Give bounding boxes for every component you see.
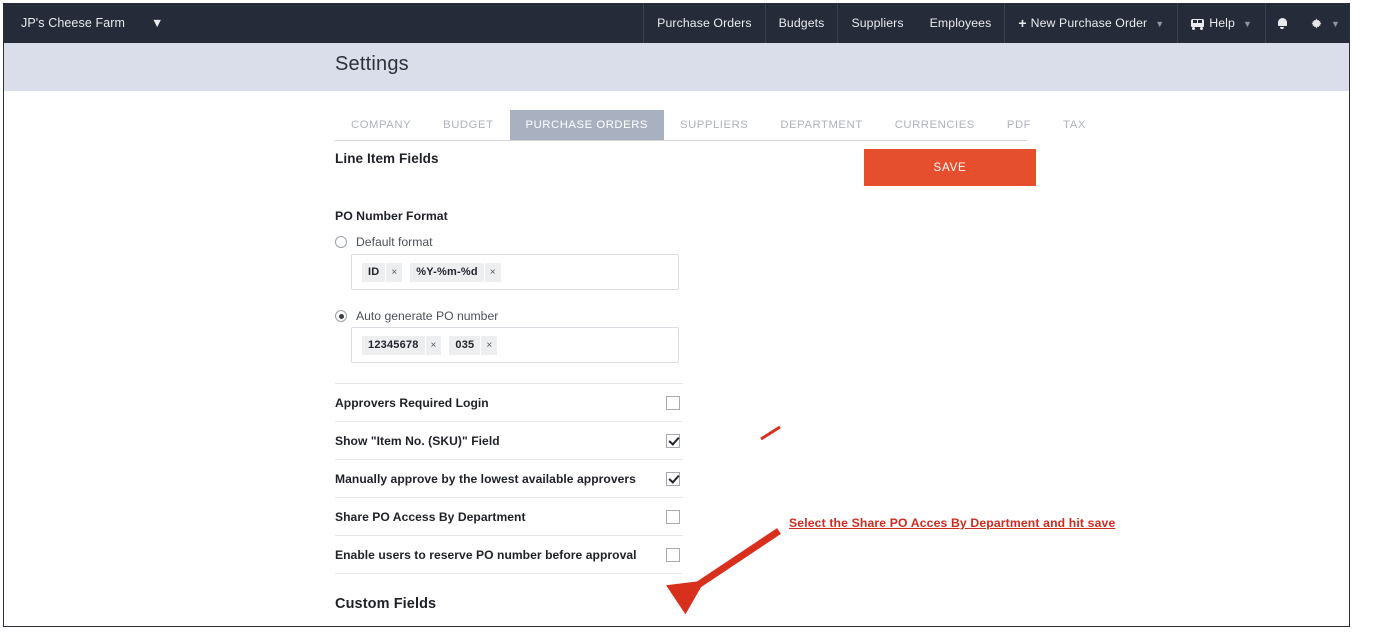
toggle-label-reserve-po-number-before-approval: Enable users to reserve PO number before… <box>335 547 637 562</box>
bell-icon <box>1277 17 1288 29</box>
nav-purchase-orders[interactable]: Purchase Orders <box>643 3 764 43</box>
tab-department[interactable]: DEPARTMENT <box>764 110 878 140</box>
nav-budgets-label: Budgets <box>778 16 825 30</box>
save-button[interactable]: SAVE <box>864 149 1036 186</box>
auto-generate-token-input[interactable]: 12345678 × 035 × <box>351 327 679 363</box>
new-purchase-order-button[interactable]: + New Purchase Order ▼ <box>1004 3 1177 43</box>
tab-company[interactable]: COMPANY <box>335 110 427 140</box>
checkbox-share-po-access-by-department[interactable] <box>666 509 680 524</box>
default-format-token-input[interactable]: ID × %Y-%m-%d × <box>351 254 679 290</box>
tab-suppliers[interactable]: SUPPLIERS <box>664 110 764 140</box>
radio-default-format-input[interactable] <box>335 236 347 248</box>
toggle-label-manually-approve-lowest-approvers: Manually approve by the lowest available… <box>335 471 636 486</box>
token-sample-number-label: 12345678 <box>362 335 425 355</box>
token-sequence[interactable]: 035 × <box>449 335 498 355</box>
nav-purchase-orders-label: Purchase Orders <box>657 16 752 30</box>
nav-employees-label: Employees <box>929 16 992 30</box>
bus-icon <box>1191 18 1205 30</box>
toggle-label-show-item-no-sku-field: Show "Item No. (SKU)" Field <box>335 433 500 448</box>
custom-fields-section: Custom Fields You can create and configu… <box>335 596 1035 626</box>
token-id-label: ID <box>362 262 386 282</box>
settings-tab-bar: COMPANY BUDGET PURCHASE ORDERS SUPPLIERS… <box>335 110 1085 141</box>
po-number-format-label: PO Number Format <box>335 209 448 223</box>
checkbox-reserve-po-number-before-approval[interactable] <box>666 547 680 562</box>
toggle-row-manually-approve-lowest-approvers: Manually approve by the lowest available… <box>335 460 683 498</box>
token-date-format-label: %Y-%m-%d <box>410 262 484 282</box>
radio-auto-generate-input[interactable] <box>335 310 347 322</box>
tab-currencies[interactable]: CURRENCIES <box>879 110 991 140</box>
new-purchase-order-label: New Purchase Order <box>1030 16 1148 30</box>
settings-menu-button[interactable]: ▼ <box>1299 3 1349 43</box>
plus-icon: + <box>1018 15 1027 31</box>
settings-content: COMPANY BUDGET PURCHASE ORDERS SUPPLIERS… <box>4 91 1349 626</box>
page-banner: Settings <box>4 43 1349 91</box>
top-navigation-bar: JP's Cheese Farm ▼ Purchase Orders Budge… <box>4 3 1349 43</box>
tab-tax[interactable]: TAX <box>1047 110 1102 140</box>
custom-fields-title: Custom Fields <box>335 596 437 612</box>
radio-default-format-label: Default format <box>356 235 433 249</box>
toggle-row-reserve-po-number-before-approval: Enable users to reserve PO number before… <box>335 536 683 574</box>
checkbox-manually-approve-lowest-approvers[interactable] <box>666 471 680 486</box>
token-id-remove-icon[interactable]: × <box>385 262 403 282</box>
tab-budget[interactable]: BUDGET <box>427 110 509 140</box>
chevron-down-icon[interactable]: ▼ <box>1155 19 1164 29</box>
token-sample-number-remove-icon[interactable]: × <box>424 335 442 355</box>
token-date-format-remove-icon[interactable]: × <box>483 262 501 282</box>
token-id[interactable]: ID × <box>362 262 403 282</box>
tab-purchase-orders[interactable]: PURCHASE ORDERS <box>509 110 665 140</box>
radio-default-format[interactable]: Default format <box>335 235 433 249</box>
top-nav-links: Purchase Orders Budgets Suppliers Employ… <box>643 3 1349 43</box>
toggle-row-share-po-access-by-department: Share PO Access By Department <box>335 498 683 536</box>
token-sample-number[interactable]: 12345678 × <box>362 335 442 355</box>
nav-budgets[interactable]: Budgets <box>764 3 838 43</box>
page-title: Settings <box>335 53 409 75</box>
gear-icon <box>1311 17 1322 29</box>
chevron-down-icon[interactable]: ▼ <box>1243 19 1252 29</box>
app-window: JP's Cheese Farm ▼ Purchase Orders Budge… <box>3 3 1350 627</box>
checkbox-approvers-required-login[interactable] <box>666 395 680 410</box>
token-sequence-label: 035 <box>449 335 481 355</box>
brand-label: JP's Cheese Farm <box>21 16 126 30</box>
toggle-row-approvers-required-login: Approvers Required Login <box>335 383 683 422</box>
token-date-format[interactable]: %Y-%m-%d × <box>410 262 501 282</box>
toggle-label-share-po-access-by-department: Share PO Access By Department <box>335 509 526 524</box>
custom-fields-description: You can create and configure additional … <box>335 625 1035 626</box>
help-label: Help <box>1209 16 1235 30</box>
section-title: Line Item Fields <box>335 151 439 166</box>
brand-menu[interactable]: JP's Cheese Farm ▼ <box>4 3 178 43</box>
radio-auto-generate-label: Auto generate PO number <box>356 309 499 323</box>
nav-suppliers-label: Suppliers <box>851 16 904 30</box>
toggle-row-show-item-no-sku-field: Show "Item No. (SKU)" Field <box>335 422 683 460</box>
settings-toggle-list: Approvers Required Login Show "Item No. … <box>335 383 683 574</box>
chevron-down-icon[interactable]: ▼ <box>151 16 163 30</box>
toggle-label-approvers-required-login: Approvers Required Login <box>335 395 489 410</box>
nav-suppliers[interactable]: Suppliers <box>837 3 916 43</box>
tab-pdf[interactable]: PDF <box>991 110 1047 140</box>
chevron-down-icon[interactable]: ▼ <box>1331 19 1340 29</box>
checkbox-show-item-no-sku-field[interactable] <box>666 433 680 448</box>
nav-employees[interactable]: Employees <box>917 3 1005 43</box>
annotation-text: Select the Share PO Acces By Department … <box>789 516 1116 530</box>
radio-auto-generate[interactable]: Auto generate PO number <box>335 309 498 323</box>
token-sequence-remove-icon[interactable]: × <box>480 335 498 355</box>
help-menu[interactable]: Help ▼ <box>1177 3 1265 43</box>
notifications-button[interactable] <box>1264 3 1299 43</box>
